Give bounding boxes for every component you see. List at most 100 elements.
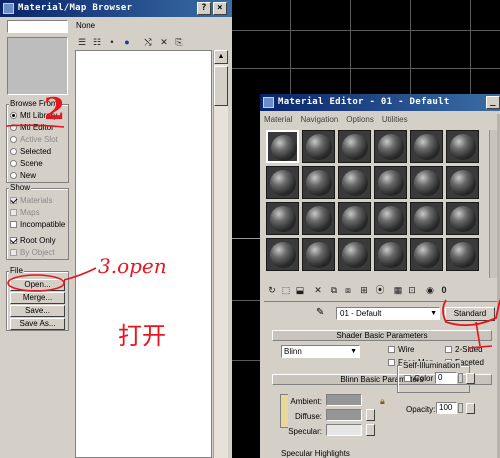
opacity-value-field[interactable]: 100 xyxy=(436,402,457,414)
view-small-icons-icon[interactable]: • xyxy=(106,36,118,48)
menu-utilities[interactable]: Utilities xyxy=(382,115,408,126)
material-sphere xyxy=(378,242,404,268)
self-illum-spinner[interactable] xyxy=(458,373,463,383)
checkbox[interactable] xyxy=(388,346,395,353)
delete-from-library-icon[interactable]: ✕ xyxy=(158,36,170,48)
sample-slot[interactable] xyxy=(374,130,407,163)
check-self-illum-color[interactable]: Color xyxy=(404,373,433,384)
sample-slot[interactable] xyxy=(266,130,299,163)
minimize-button[interactable]: _ xyxy=(486,96,500,109)
material-name-field[interactable] xyxy=(7,20,68,33)
radio-button[interactable] xyxy=(10,148,17,155)
shader-rollout-header[interactable]: Shader Basic Parameters xyxy=(272,330,492,341)
help-button[interactable]: ? xyxy=(197,2,211,15)
sample-slot[interactable] xyxy=(446,130,479,163)
sample-slot[interactable] xyxy=(446,202,479,235)
assign-to-selection-icon[interactable]: ⬓ xyxy=(294,284,306,296)
open-button[interactable]: Open... xyxy=(10,279,65,291)
sample-slot[interactable] xyxy=(338,130,371,163)
save-button[interactable]: Save... xyxy=(10,305,65,317)
sample-slot[interactable] xyxy=(338,202,371,235)
checkbox[interactable] xyxy=(404,375,411,382)
shader-type-dropdown[interactable]: Blinn ▼ xyxy=(281,345,360,358)
go-forward-sibling-icon[interactable]: 0 xyxy=(438,284,450,296)
sample-slot[interactable] xyxy=(446,238,479,271)
checkbox[interactable] xyxy=(10,237,17,244)
material-name-dropdown[interactable]: 01 - Default ▼ xyxy=(336,307,440,320)
sample-slot[interactable] xyxy=(266,166,299,199)
browser-scrollbar[interactable]: ▲ xyxy=(213,50,228,458)
sample-slot[interactable] xyxy=(302,166,335,199)
put-to-library-icon[interactable]: ⊞ xyxy=(358,284,370,296)
sample-slot[interactable] xyxy=(446,166,479,199)
show-end-result-icon[interactable]: ⊡ xyxy=(406,284,418,296)
pick-material-icon[interactable]: ✎ xyxy=(316,307,324,318)
view-large-icons-icon[interactable]: ● xyxy=(121,36,133,48)
clear-library-icon[interactable]: ⎘ xyxy=(173,36,185,48)
get-material-icon[interactable]: ↻ xyxy=(266,284,278,296)
sample-slot[interactable] xyxy=(410,130,443,163)
self-illum-map-button[interactable] xyxy=(466,373,475,384)
specular-highlights-label: Specular Highlights xyxy=(280,449,351,458)
checkbox[interactable] xyxy=(388,359,395,366)
self-illum-value-field[interactable]: 0 xyxy=(435,372,457,384)
check-wire[interactable]: Wire xyxy=(388,344,414,355)
radio-button[interactable] xyxy=(10,112,17,119)
sample-slot[interactable] xyxy=(374,238,407,271)
sample-slot[interactable] xyxy=(410,202,443,235)
ambient-color-swatch[interactable] xyxy=(326,394,362,406)
view-list-icons-icon[interactable]: ☷ xyxy=(91,36,103,48)
effects-channel-icon[interactable]: ⦿ xyxy=(374,284,386,296)
sample-slot[interactable] xyxy=(410,166,443,199)
sample-slot[interactable] xyxy=(374,202,407,235)
radio-new[interactable]: New xyxy=(10,170,36,181)
close-button[interactable]: × xyxy=(213,2,227,15)
radio-selected[interactable]: Selected xyxy=(10,146,51,157)
specular-color-swatch[interactable] xyxy=(326,424,362,436)
show-map-icon[interactable]: ▦ xyxy=(392,284,404,296)
opacity-spinner[interactable] xyxy=(458,403,463,413)
check-root-only[interactable]: Root Only xyxy=(10,235,56,246)
sample-slot[interactable] xyxy=(302,130,335,163)
sample-slot[interactable] xyxy=(266,202,299,235)
menu-options[interactable]: Options xyxy=(346,115,374,126)
reset-map-icon[interactable]: ✕ xyxy=(312,284,324,296)
sample-slot[interactable] xyxy=(302,202,335,235)
opacity-map-button[interactable] xyxy=(466,403,475,414)
scroll-up-arrow[interactable]: ▲ xyxy=(214,50,228,64)
slots-scrollbar[interactable] xyxy=(489,130,497,278)
checkbox[interactable] xyxy=(445,346,452,353)
check-incompatible[interactable]: Incompatible xyxy=(10,219,65,230)
specular-map-button[interactable] xyxy=(366,424,375,436)
sample-slot[interactable] xyxy=(302,238,335,271)
go-to-parent-icon[interactable]: ◉ xyxy=(424,284,436,296)
sample-slot[interactable] xyxy=(266,238,299,271)
radio-button[interactable] xyxy=(10,160,17,167)
radio-scene[interactable]: Scene xyxy=(10,158,43,169)
sample-slot[interactable] xyxy=(338,238,371,271)
lock-swatch-bracket[interactable] xyxy=(280,394,288,428)
make-unique-icon[interactable]: ⧈ xyxy=(342,284,354,296)
sample-slot[interactable] xyxy=(338,166,371,199)
radio-button[interactable] xyxy=(10,124,17,131)
checkbox[interactable] xyxy=(10,221,17,228)
view-list-icon[interactable]: ☰ xyxy=(76,36,88,48)
update-scene-icon[interactable]: ⤭ xyxy=(142,36,154,48)
sample-slot[interactable] xyxy=(374,166,407,199)
scroll-thumb[interactable] xyxy=(214,66,228,106)
material-type-button[interactable]: Standard xyxy=(445,307,495,321)
radio-button[interactable] xyxy=(10,172,17,179)
menu-navigation[interactable]: Navigation xyxy=(300,115,338,126)
sample-slot[interactable] xyxy=(410,238,443,271)
check-maps: Maps xyxy=(10,207,40,218)
diffuse-map-button[interactable] xyxy=(366,409,375,421)
merge-button[interactable]: Merge... xyxy=(10,292,65,304)
save-as-button[interactable]: Save As... xyxy=(10,318,65,330)
check-2-sided[interactable]: 2-Sided xyxy=(445,344,483,355)
put-to-scene-icon[interactable]: ⬚ xyxy=(280,284,292,296)
diffuse-color-swatch[interactable] xyxy=(326,409,362,421)
lock-icon[interactable]: 🔒︎ xyxy=(380,396,390,406)
copy-material-icon[interactable]: ⧉ xyxy=(328,284,340,296)
menu-material[interactable]: Material xyxy=(264,115,292,126)
material-sphere xyxy=(414,242,440,268)
